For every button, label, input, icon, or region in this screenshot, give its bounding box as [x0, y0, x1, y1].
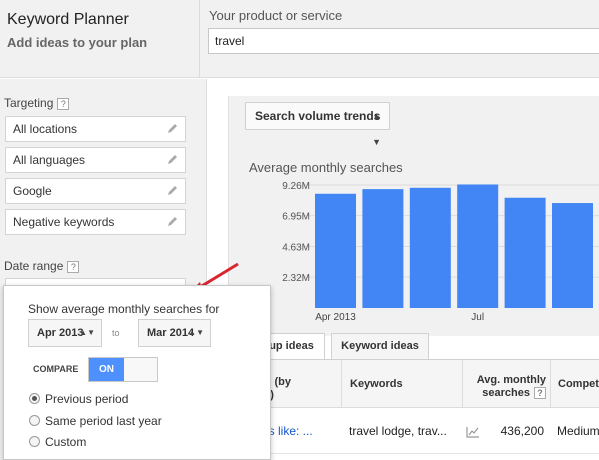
radio-label: Custom: [45, 435, 87, 449]
y-tick-label: 2.32M: [282, 273, 310, 284]
chart-bar[interactable]: [362, 189, 404, 308]
column-header-competition[interactable]: Compet: [550, 360, 599, 408]
date-range-label: Date range: [4, 259, 64, 273]
popup-title: Show average monthly searches for: [28, 302, 220, 316]
column-header-searches[interactable]: Avg. monthly searches?: [462, 360, 550, 408]
radio-button[interactable]: [29, 436, 40, 447]
product-input[interactable]: [208, 28, 599, 54]
help-icon[interactable]: ?: [57, 97, 70, 110]
targeting-heading: Targeting?: [4, 96, 70, 110]
header-divider: [199, 0, 200, 78]
sort-caret-icon: ▲▼: [79, 328, 95, 337]
keywords-cell: travel lodge, trav...: [341, 409, 462, 454]
targeting-label: Targeting: [4, 96, 54, 110]
compare-toggle[interactable]: ON: [88, 357, 158, 382]
y-tick-label: 6.95M: [282, 212, 310, 223]
chart-bar[interactable]: [552, 203, 593, 308]
start-month-select[interactable]: Apr 2013 ▲▼: [28, 319, 102, 347]
bar-chart: 9.26M 6.95M 4.63M 2.32M Apr 2013 Jul: [282, 181, 599, 323]
svt-label: Search volume trends: [255, 109, 381, 123]
filter-locations[interactable]: All locations: [5, 116, 186, 142]
searches-cell: 436,200: [482, 409, 550, 454]
radio-label: Previous period: [45, 392, 129, 406]
radio-button[interactable]: [29, 415, 40, 426]
help-icon[interactable]: ?: [67, 260, 80, 273]
chart-card: Search volume trends ▲ ▼ Average monthly …: [228, 96, 599, 336]
select-value: Apr 2013: [37, 327, 84, 339]
add-ideas-link[interactable]: Add ideas to your plan: [7, 35, 147, 50]
radio-label: Same period last year: [45, 414, 162, 428]
x-tick-label: Apr 2013: [315, 312, 356, 323]
date-range-heading: Date range?: [4, 259, 80, 273]
date-range-popup: Show average monthly searches for Apr 20…: [3, 285, 271, 460]
help-icon[interactable]: ?: [534, 387, 546, 400]
radio-previous-period[interactable]: Previous period: [29, 392, 128, 406]
filter-languages[interactable]: All languages: [5, 147, 186, 173]
radio-same-period-last-year[interactable]: Same period last year: [29, 414, 162, 428]
header-line: searches?: [463, 387, 546, 400]
toggle-on-label: ON: [89, 358, 124, 381]
filter-negative-keywords[interactable]: Negative keywords: [5, 209, 186, 235]
trend-cell[interactable]: [462, 409, 482, 454]
header-line: Avg. monthly: [476, 374, 546, 386]
competition-cell: Medium: [550, 409, 599, 454]
sort-caret-icon: ▲▼: [372, 111, 381, 147]
chart-title: Average monthly searches: [249, 160, 403, 175]
search-volume-trends-button[interactable]: Search volume trends ▲ ▼: [245, 102, 390, 147]
select-value: Mar 2014: [147, 327, 195, 339]
y-tick-label: 9.26M: [282, 181, 310, 192]
filter-label: Negative keywords: [13, 215, 115, 229]
y-tick-label: 4.63M: [282, 243, 310, 254]
compare-label: COMPARE: [33, 364, 79, 374]
radio-custom[interactable]: Custom: [29, 435, 86, 449]
radio-button[interactable]: [29, 393, 40, 404]
end-month-select[interactable]: Mar 2014 ▲▼: [138, 319, 211, 347]
app-title: Keyword Planner: [7, 11, 129, 28]
to-label: to: [112, 328, 120, 338]
tab-keyword-ideas[interactable]: Keyword ideas: [331, 333, 429, 360]
pencil-icon[interactable]: [166, 153, 179, 166]
filter-label: All languages: [13, 153, 86, 167]
pencil-icon[interactable]: [166, 122, 179, 135]
header-text: searches: [482, 387, 530, 399]
sort-caret-icon: ▲▼: [188, 328, 204, 337]
header-bar: Keyword Planner Add ideas to your plan Y…: [0, 0, 599, 78]
x-tick-label: Jul: [471, 312, 484, 323]
filter-label: Google: [13, 184, 52, 198]
filter-label: All locations: [13, 122, 78, 136]
trend-chart-icon[interactable]: [466, 426, 480, 438]
chart-bar[interactable]: [457, 184, 499, 308]
chart-bar[interactable]: [504, 197, 546, 308]
chart-bar[interactable]: [409, 187, 451, 308]
pencil-icon[interactable]: [166, 184, 179, 197]
chart-bar[interactable]: [315, 193, 356, 308]
product-label: Your product or service: [209, 8, 343, 23]
column-header-keywords[interactable]: Keywords: [341, 360, 462, 408]
pencil-icon[interactable]: [166, 215, 179, 228]
filter-network[interactable]: Google: [5, 178, 186, 204]
